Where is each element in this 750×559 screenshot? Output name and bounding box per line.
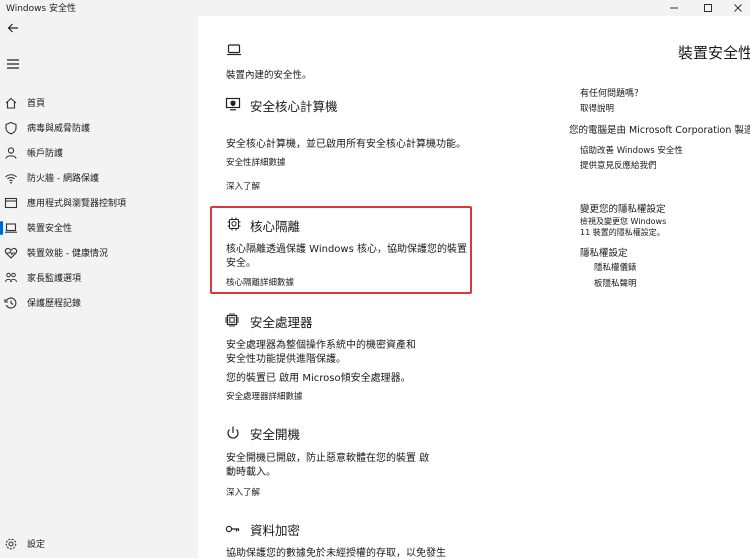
- section-description: 安全性功能提供進階保護。: [226, 354, 346, 365]
- home-icon: [5, 97, 17, 109]
- processor-details-link[interactable]: 安全處理器詳細數據: [226, 390, 303, 402]
- app-window-icon: [4, 197, 18, 209]
- section-description: 協助保護您的數據免於未經授權的存取，以免發生: [226, 548, 446, 559]
- family-icon: [5, 272, 17, 283]
- hamburger-menu-button[interactable]: [3, 54, 23, 74]
- title-bar: Windows 安全性: [0, 0, 750, 16]
- history-icon: [4, 297, 17, 309]
- section-title: 核心隔離: [250, 219, 301, 234]
- sidebar-item-label: 裝置效能 - 健康情況: [27, 249, 108, 259]
- hamburger-icon: [7, 59, 19, 69]
- sidebar-item-settings[interactable]: 設定: [0, 533, 198, 555]
- power-icon: [227, 426, 239, 439]
- laptop-icon: [5, 223, 17, 233]
- sidebar-item-app-browser-control[interactable]: 應用程式與瀏覽器控制項: [0, 192, 198, 214]
- privacy-statement-link[interactable]: 板隱私聲明: [594, 277, 637, 289]
- sidebar-item-label: 裝置安全性: [27, 224, 73, 234]
- person-icon: [5, 147, 17, 159]
- question-heading: 有任何問題嗎？: [580, 89, 644, 99]
- sidebar-item-family-options[interactable]: 家長監護選項: [0, 267, 198, 289]
- selection-indicator: [0, 221, 3, 235]
- section-title: 安全核心計算機: [250, 99, 338, 114]
- section-description: 安全核心計算機，並已啟用所有安全核心計算機功能。: [226, 139, 466, 150]
- page-intro: 裝置內建的安全性。: [226, 70, 312, 81]
- security-details-link[interactable]: 安全性詳細數據: [226, 156, 286, 168]
- close-icon: [734, 4, 742, 12]
- key-lock-icon: [225, 525, 240, 533]
- sidebar-item-label: 家長監護選項: [27, 274, 82, 284]
- sidebar-item-label: 設定: [27, 540, 46, 550]
- sidebar-item-label: 防火牆 - 網路保護: [27, 174, 99, 184]
- get-help-link[interactable]: 取得說明: [580, 102, 614, 114]
- sidebar-item-protection-history[interactable]: 保護歷程記錄: [0, 292, 198, 314]
- section-title: 資料加密: [250, 523, 301, 538]
- privacy-description: 檢視及變更您 Windows: [580, 217, 667, 226]
- section-title: 安全處理器: [250, 315, 313, 330]
- back-button[interactable]: [3, 18, 23, 38]
- section-description: 安全處理器為整個操作系統中的機密資產和: [226, 340, 416, 351]
- wifi-icon: [5, 174, 17, 184]
- secured-core-pc-icon: [225, 97, 241, 111]
- section-description: 安全開機已開啟，防止惡意軟體在您的裝置 啟: [226, 453, 430, 464]
- core-isolation-details-link[interactable]: 核心隔離詳細數據: [226, 276, 294, 288]
- page-title: 裝置安全性: [678, 44, 750, 62]
- managed-by-text: 您的電腦是由 Microsoft Corporation 製造與: [569, 125, 750, 136]
- learn-more-link[interactable]: 深入了解: [226, 486, 260, 498]
- minimize-icon: [670, 7, 678, 9]
- privacy-description: 11 裝置的隱私權設定。: [580, 228, 665, 237]
- core-isolation-chip-icon: [227, 217, 241, 231]
- sidebar-item-device-performance[interactable]: 裝置效能 - 健康情況: [0, 242, 198, 264]
- section-title: 安全開機: [250, 427, 301, 442]
- section-description: 安全。: [226, 258, 256, 269]
- learn-more-link[interactable]: 深入了解: [226, 180, 260, 192]
- processor-icon: [225, 313, 239, 327]
- sidebar-item-firewall[interactable]: 防火牆 - 網路保護: [0, 167, 198, 189]
- sidebar-item-account-protection[interactable]: 帳戶防護: [0, 142, 198, 164]
- sidebar-item-label: 帳戶防護: [27, 149, 64, 159]
- sidebar-item-virus-protection[interactable]: 病毒與威脅防護: [0, 117, 198, 139]
- sidebar-item-device-security[interactable]: 裝置安全性: [0, 217, 198, 239]
- processor-status: 您的裝置已 啟用 Microso傾安全處理器。: [226, 373, 411, 384]
- maximize-button[interactable]: [694, 0, 722, 16]
- gear-icon: [5, 538, 17, 550]
- privacy-settings-link[interactable]: 隱私權設定: [580, 245, 628, 259]
- privacy-heading: 變更您的隱私權設定: [580, 204, 666, 215]
- sidebar-item-label: 應用程式與瀏覽器控制項: [27, 199, 127, 209]
- heart-icon: [4, 247, 18, 259]
- app-title: Windows 安全性: [6, 4, 77, 14]
- help-improve-link[interactable]: 協助改善 Windows 安全性: [580, 144, 683, 156]
- sidebar-item-home[interactable]: 首頁: [0, 92, 198, 114]
- close-button[interactable]: [724, 0, 750, 16]
- maximize-icon: [704, 4, 712, 12]
- minimize-button[interactable]: [660, 0, 688, 16]
- give-feedback-link[interactable]: 提供意見反應給我們: [580, 159, 657, 171]
- back-arrow-icon: [7, 23, 18, 33]
- privacy-dashboard-link[interactable]: 隱私權儀錶: [594, 261, 637, 273]
- laptop-icon: [227, 44, 241, 56]
- section-description: 動時載入。: [226, 467, 276, 478]
- sidebar: 首頁 病毒與威脅防護 帳戶防護 防火牆 - 網路保護 應用程式與瀏覽器控制項 裝…: [0, 16, 198, 558]
- sidebar-item-label: 保護歷程記錄: [27, 299, 82, 309]
- section-description: 核心隔離透過保護 Windows 核心，協助保護您的裝置: [226, 244, 467, 255]
- sidebar-item-label: 病毒與威脅防護: [27, 124, 91, 134]
- sidebar-item-label: 首頁: [27, 99, 46, 109]
- shield-icon: [5, 121, 17, 135]
